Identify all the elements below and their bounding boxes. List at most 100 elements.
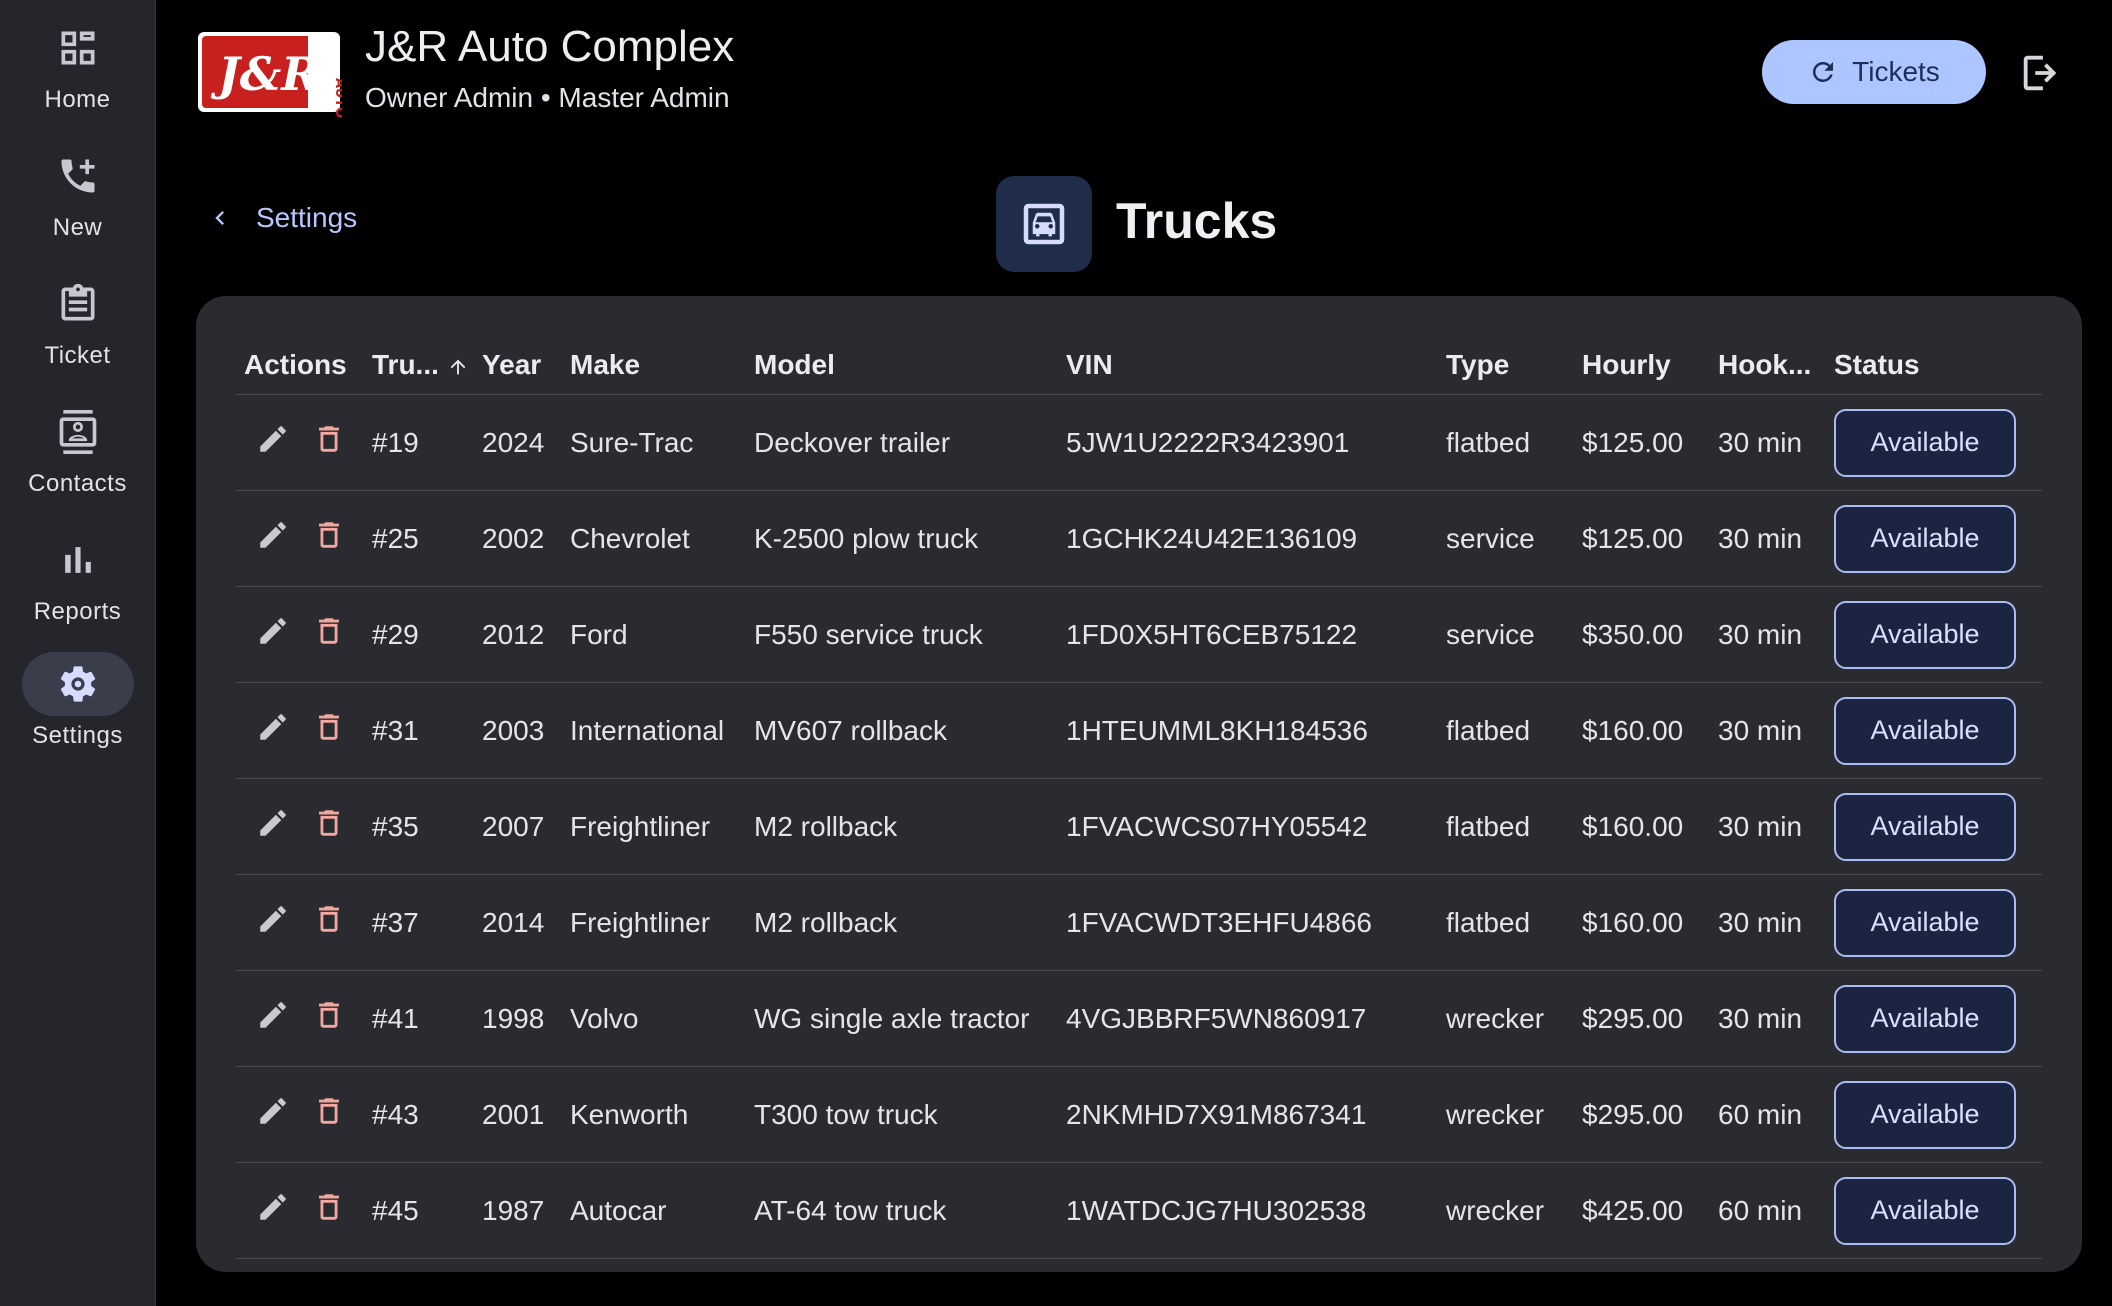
model-cell: K-2500 plow truck	[746, 490, 1058, 587]
year-cell: 2024	[474, 394, 562, 491]
vin-cell: 2NKMHD7X91M867341	[1058, 1066, 1438, 1163]
vin-cell: 1FD0X5HT6CEB75122	[1058, 586, 1438, 683]
delete-icon[interactable]	[312, 806, 346, 847]
hook-time-cell: 30 min	[1710, 394, 1826, 491]
bar-chart-icon	[22, 528, 134, 592]
status-button[interactable]: Available	[1834, 888, 2016, 957]
row-actions-cell	[236, 586, 364, 683]
hook-time-cell: 60 min	[1710, 1066, 1826, 1163]
truck-number-cell: #37	[364, 874, 474, 971]
delete-icon[interactable]	[312, 902, 346, 943]
edit-icon[interactable]	[256, 422, 290, 463]
delete-icon[interactable]	[312, 998, 346, 1039]
sidebar-item-contacts[interactable]: Contacts	[0, 400, 155, 520]
sidebar-item-settings[interactable]: Settings	[0, 652, 155, 772]
status-button[interactable]: Available	[1834, 984, 2016, 1053]
status-button[interactable]: Available	[1834, 408, 2016, 477]
svg-text:J&R: J&R	[210, 47, 320, 101]
edit-icon[interactable]	[256, 518, 290, 559]
sidebar-item-reports[interactable]: Reports	[0, 528, 155, 648]
back-to-settings-link[interactable]: Settings	[206, 202, 357, 234]
model-cell: WG single axle tractor	[746, 970, 1058, 1067]
truck-number-cell: #35	[364, 778, 474, 875]
status-cell: Available	[1826, 1162, 2042, 1259]
column-header-hourly[interactable]: Hourly	[1574, 336, 1710, 395]
model-cell: F550 service truck	[746, 586, 1058, 683]
status-button[interactable]: Available	[1834, 504, 2016, 573]
delete-icon[interactable]	[312, 710, 346, 751]
edit-icon[interactable]	[256, 998, 290, 1039]
delete-icon[interactable]	[312, 422, 346, 463]
year-cell: 1998	[474, 970, 562, 1067]
status-button[interactable]: Available	[1834, 696, 2016, 765]
back-link-label: Settings	[256, 202, 358, 233]
column-header-make[interactable]: Make	[562, 336, 746, 395]
model-cell: T300 tow truck	[746, 1066, 1058, 1163]
make-cell: Autocar	[562, 1162, 746, 1259]
trucks-table: Actions Tru... Year Make Model VIN Type …	[236, 336, 2042, 1259]
type-cell: service	[1438, 586, 1574, 683]
row-actions-cell	[236, 874, 364, 971]
hook-time-cell: 30 min	[1710, 682, 1826, 779]
status-button[interactable]: Available	[1834, 600, 2016, 669]
column-header-vin[interactable]: VIN	[1058, 336, 1438, 395]
edit-icon[interactable]	[256, 1190, 290, 1231]
make-cell: Sure-Trac	[562, 394, 746, 491]
vin-cell: 5JW1U2222R3423901	[1058, 394, 1438, 491]
hook-time-cell: 30 min	[1710, 874, 1826, 971]
status-button[interactable]: Available	[1834, 1176, 2016, 1245]
vin-cell: 1FVACWCS07HY05542	[1058, 778, 1438, 875]
year-cell: 1987	[474, 1162, 562, 1259]
logout-button[interactable]	[2018, 50, 2064, 96]
model-cell: M2 rollback	[746, 874, 1058, 971]
table-row: #37 2014 Freightliner M2 rollback 1FVACWDT3E…	[236, 874, 2042, 971]
column-header-hook[interactable]: Hook...	[1710, 336, 1826, 395]
hook-time-cell: 30 min	[1710, 490, 1826, 587]
status-button[interactable]: Available	[1834, 1080, 2016, 1149]
sidebar-item-ticket[interactable]: Ticket	[0, 272, 155, 392]
edit-icon[interactable]	[256, 1094, 290, 1135]
delete-icon[interactable]	[312, 518, 346, 559]
column-header-truck[interactable]: Tru...	[364, 336, 474, 395]
delete-icon[interactable]	[312, 614, 346, 655]
row-actions-cell	[236, 970, 364, 1067]
status-cell: Available	[1826, 874, 2042, 971]
edit-icon[interactable]	[256, 806, 290, 847]
trucks-table-card: Actions Tru... Year Make Model VIN Type …	[196, 296, 2082, 1272]
column-header-type[interactable]: Type	[1438, 336, 1574, 395]
column-header-model[interactable]: Model	[746, 336, 1058, 395]
status-cell: Available	[1826, 970, 2042, 1067]
table-row: #29 2012 Ford F550 service truck 1FD0X5HT6CE…	[236, 586, 2042, 683]
column-header-status[interactable]: Status	[1826, 336, 2042, 395]
clipboard-icon	[22, 272, 134, 336]
phone-add-icon	[22, 144, 134, 208]
edit-icon[interactable]	[256, 614, 290, 655]
status-button[interactable]: Available	[1834, 792, 2016, 861]
hourly-rate-cell: $125.00	[1574, 394, 1710, 491]
tickets-refresh-button[interactable]: Tickets	[1762, 40, 1986, 104]
truck-number-cell: #41	[364, 970, 474, 1067]
table-header-row: Actions Tru... Year Make Model VIN Type …	[236, 336, 2042, 395]
column-header-year[interactable]: Year	[474, 336, 562, 395]
hourly-rate-cell: $295.00	[1574, 1066, 1710, 1163]
hook-time-cell: 60 min	[1710, 1162, 1826, 1259]
vin-cell: 4VGJBBRF5WN860917	[1058, 970, 1438, 1067]
sidebar-item-label: Contacts	[28, 470, 127, 497]
delete-icon[interactable]	[312, 1094, 346, 1135]
make-cell: Chevrolet	[562, 490, 746, 587]
edit-icon[interactable]	[256, 902, 290, 943]
model-cell: Deckover trailer	[746, 394, 1058, 491]
make-cell: Kenworth	[562, 1066, 746, 1163]
type-cell: wrecker	[1438, 1066, 1574, 1163]
row-actions-cell	[236, 394, 364, 491]
column-header-actions[interactable]: Actions	[236, 336, 364, 395]
truck-number-cell: #45	[364, 1162, 474, 1259]
sidebar-item-new[interactable]: New	[0, 144, 155, 264]
model-cell: MV607 rollback	[746, 682, 1058, 779]
edit-icon[interactable]	[256, 710, 290, 751]
row-actions-cell	[236, 778, 364, 875]
sidebar-item-home[interactable]: Home	[0, 16, 155, 136]
delete-icon[interactable]	[312, 1190, 346, 1231]
dashboard-icon	[22, 16, 134, 80]
row-actions-cell	[236, 682, 364, 779]
